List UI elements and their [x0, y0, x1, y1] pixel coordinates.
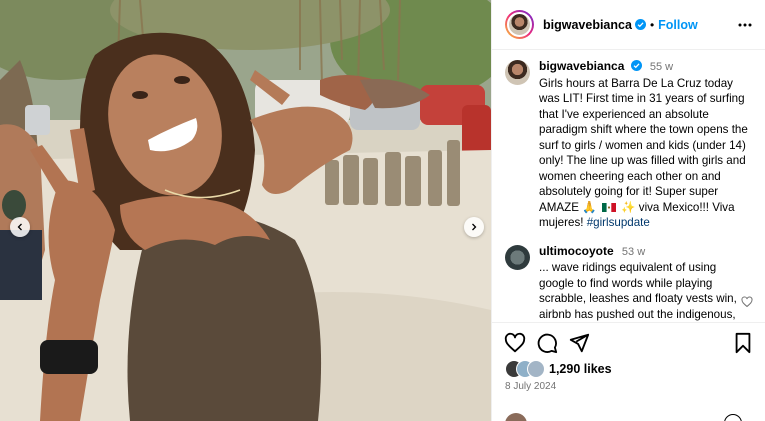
chevron-left-icon	[17, 223, 22, 231]
author-avatar[interactable]	[507, 12, 532, 37]
more-options-icon[interactable]	[737, 17, 753, 33]
post-header: bigwavebianca • Follow	[492, 0, 765, 50]
caption-text: Girls hours at Barra De La Cruz today wa…	[539, 76, 748, 214]
post-date[interactable]: 8 July 2024	[505, 381, 556, 392]
share-icon[interactable]	[568, 332, 590, 354]
post-photo	[0, 0, 491, 421]
author-avatar-ring[interactable]	[505, 10, 534, 39]
comment-like-heart-icon[interactable]	[741, 295, 753, 308]
header-separator: •	[649, 17, 655, 32]
verified-badge-icon	[634, 19, 646, 30]
liker-avatar	[527, 360, 545, 378]
likes-row: 1,290 likes	[505, 360, 612, 378]
comment-age: 53 w	[621, 245, 646, 258]
comment-age: 55 w	[649, 61, 674, 73]
comment-item: ultimocoyote 53 w ... wave ridings equiv…	[505, 244, 753, 323]
post-media[interactable]	[0, 0, 491, 421]
verified-badge-icon	[630, 60, 642, 71]
author-username[interactable]: bigwavebianca	[543, 18, 632, 32]
sparkles-emoji: ✨	[621, 200, 636, 214]
mexico-flag-icon	[601, 202, 616, 212]
follow-button[interactable]: Follow	[658, 18, 698, 32]
carousel-next-button[interactable]	[464, 217, 484, 237]
action-buttons-row	[504, 332, 754, 356]
likes-count[interactable]: 1,290 likes	[549, 362, 612, 376]
comment-username[interactable]: bigwavebianca	[539, 59, 624, 73]
hashtag-link[interactable]: #girlsupdate	[587, 216, 650, 229]
chevron-right-icon	[472, 223, 477, 231]
caption-comment: bigwavebianca 55 w Girls hours at Barra …	[505, 59, 753, 231]
heart-icon[interactable]	[504, 332, 526, 354]
caption-avatar[interactable]	[505, 60, 530, 85]
liker-avatars[interactable]	[505, 360, 545, 378]
comments-list[interactable]: bigwavebianca 55 w Girls hours at Barra …	[492, 51, 765, 322]
pray-emoji: 🙏	[582, 200, 597, 214]
carousel-prev-button[interactable]	[10, 217, 30, 237]
commenter-avatar[interactable]	[505, 244, 530, 270]
comment-text: ... wave ridings equivalent of using goo…	[539, 261, 737, 321]
bookmark-icon[interactable]	[732, 332, 754, 354]
comment-icon[interactable]	[536, 332, 558, 354]
comment-username[interactable]: ultimocoyote	[539, 244, 614, 258]
post-actions: 1,290 likes 8 July 2024	[492, 322, 765, 421]
post-side-panel: bigwavebianca • Follow bigwavebianca 55 …	[491, 0, 765, 421]
